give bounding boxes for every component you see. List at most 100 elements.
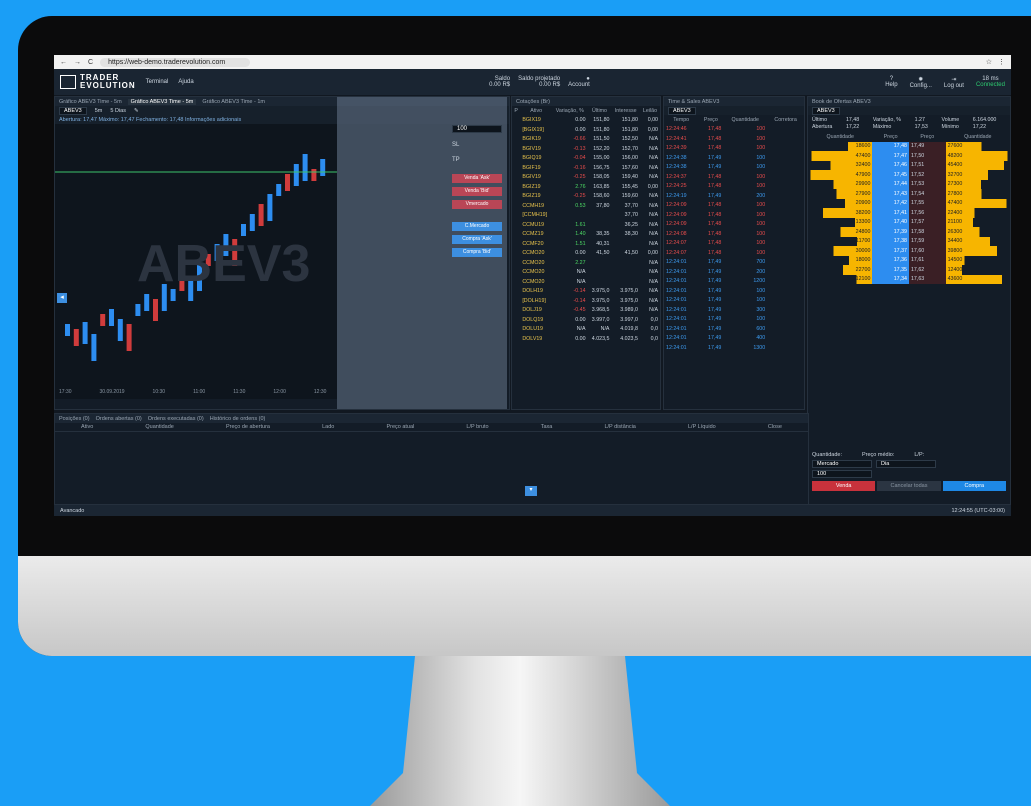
buy-bid-button[interactable]: Compra 'Bid'	[452, 248, 502, 257]
table-row[interactable]: CCMH19 0.53 37,80 37,70 N/A	[512, 201, 660, 211]
positions-col-header: Taxa	[540, 424, 553, 430]
menu-terminal[interactable]: Terminal	[146, 79, 169, 85]
table-row[interactable]: 24800 17,39 17,58 26300	[808, 227, 1010, 237]
interval-select[interactable]: 5m	[95, 108, 103, 114]
pencil-icon[interactable]: ✎	[134, 108, 139, 114]
table-row[interactable]: [DOLH19] -0.14 3.975,0 3.975,0 N/A	[512, 296, 660, 306]
time-label: 11:00	[193, 389, 206, 395]
bid-price-cell: 17,44	[872, 179, 909, 189]
table-row[interactable]: CCMO20 N/A N/A	[512, 277, 660, 287]
table-row[interactable]: 27900 17,43 17,54 27800	[808, 189, 1010, 199]
sell-bid-button[interactable]: Venda 'Bid'	[452, 187, 502, 196]
tab-executed-orders[interactable]: Ordens executadas (0)	[148, 416, 204, 422]
menu-icon[interactable]: ⋮	[998, 58, 1005, 66]
tab-chart-3[interactable]: Gráfico ABEV3 Time - 1m	[202, 99, 265, 105]
buy-ask-button[interactable]: Compra 'Ask'	[452, 235, 502, 244]
table-row[interactable]: BGIQ19 -0.04 155,00 156,00 N/A	[512, 154, 660, 164]
tif-select[interactable]: Dia	[876, 460, 936, 468]
table-row[interactable]: [CCMH19] 37,70 N/A	[512, 211, 660, 221]
table-row[interactable]: 20900 17,42 17,55 47400	[808, 198, 1010, 208]
order-qty-input[interactable]: 100	[812, 470, 872, 478]
buy-market-button[interactable]: C.Mercado	[452, 222, 502, 231]
table-row[interactable]: BGIZ19 2.76 163,85 155,45 0,00	[512, 182, 660, 192]
cancel-all-button[interactable]: Cancelar todas	[877, 481, 941, 491]
chart-area[interactable]: ABEV3	[55, 124, 337, 399]
value-cell: N/A	[649, 240, 658, 247]
candle	[91, 334, 97, 361]
watch-header: P	[514, 107, 518, 114]
book-header: Quantidade	[826, 133, 854, 140]
table-row[interactable]: DOLJ19 -0.45 3.968,5 3.989,0 N/A	[512, 306, 660, 316]
back-icon[interactable]: ←	[60, 59, 67, 66]
table-row[interactable]: CCMO20 2.27 N/A	[512, 258, 660, 268]
table-row[interactable]: 47400 17,47 17,50 48200	[808, 151, 1010, 161]
table-row[interactable]: DOLQ19 0.00 3.997,0 3.997,0 0,0	[512, 315, 660, 325]
table-row[interactable]: CCMF20 1.51 40,31 N/A	[512, 239, 660, 249]
config-button[interactable]: ✹ Config...	[910, 76, 932, 89]
table-row: 12:24:08 17,48 100	[664, 229, 804, 239]
sell-market-button[interactable]: Vmercado	[452, 200, 502, 209]
star-icon[interactable]: ☆	[986, 58, 992, 66]
ts-symbol-input[interactable]: ABEV3	[668, 106, 696, 115]
table-row[interactable]: BGIX19 0.00 151,80 151,80 0,00	[512, 116, 660, 126]
value-cell: N/A	[649, 164, 658, 171]
qty-input[interactable]: 100	[452, 125, 502, 133]
table-row[interactable]: 18600 17,48 17,49 27600	[808, 141, 1010, 151]
book-symbol-input[interactable]: ABEV3	[812, 106, 840, 115]
table-row[interactable]: BGIZ19 -0.25 158,60 159,60 N/A	[512, 192, 660, 202]
table-row[interactable]: CCMZ19 1.40 38,35 38,30 N/A	[512, 230, 660, 240]
table-row[interactable]: DOLU19 N/A N/A 4.019,8 0,0	[512, 325, 660, 335]
reload-icon[interactable]: C	[88, 59, 93, 66]
table-row[interactable]: DOLV19 0.00 4.023,5 4.023,5 0,0	[512, 334, 660, 344]
table-row[interactable]: 12100 17,34 17,63 43600	[808, 274, 1010, 284]
ask-price-cell: 17,53	[908, 179, 946, 189]
tab-chart-1[interactable]: Gráfico ABEV3 Time - 5m	[59, 99, 122, 105]
table-row: 12:24:37 17,48 100	[664, 172, 804, 182]
tp-label[interactable]: TP	[452, 157, 460, 163]
table-row[interactable]: BGIF19 -0.16 156,75 157,60 N/A	[512, 163, 660, 173]
symbol-input[interactable]: ABEV3	[59, 106, 87, 115]
tab-order-history[interactable]: Histórico de ordens (0)	[210, 416, 266, 422]
time-label: 12:30	[313, 389, 327, 395]
url-bar[interactable]: https://web-demo.traderevolution.com	[100, 57, 251, 67]
table-row[interactable]: BGIV19 -0.25 158,05 159,40 N/A	[512, 173, 660, 183]
account-button[interactable]: ● Account	[568, 76, 590, 88]
ask-price-cell: 17,62	[908, 265, 946, 275]
tab-open-orders[interactable]: Ordens abertas (0)	[96, 416, 142, 422]
time-sales-table: Tempo Preço Quantidade Corretora 12:24:46 17,…	[664, 115, 804, 353]
table-row[interactable]: BGIK19 -0.66 151,50 152,50 N/A	[512, 135, 660, 145]
table-row[interactable]: 29900 17,44 17,53 27300	[808, 179, 1010, 189]
table-row[interactable]: 18000 17,36 17,61 14500	[808, 255, 1010, 265]
table-row[interactable]: 11700 17,38 17,59 34400	[808, 236, 1010, 246]
table-row[interactable]: 22700 17,35 17,62 12400	[808, 265, 1010, 275]
sell-ask-button[interactable]: Venda 'Ask'	[452, 174, 502, 183]
table-row[interactable]: CCMU19 1.61 36,25 N/A	[512, 220, 660, 230]
tab-chart-2[interactable]: Gráfico ABEV3 Time - 5m	[127, 98, 197, 105]
arrow-left-icon[interactable]: ◂	[57, 293, 67, 303]
forward-icon[interactable]: →	[74, 59, 81, 66]
table-row[interactable]: 32400 17,46 17,51 45400	[808, 160, 1010, 170]
table-row[interactable]: 38200 17,41 17,56 22400	[808, 208, 1010, 218]
sell-button[interactable]: Venda	[812, 481, 876, 491]
table-row[interactable]: BGIV19 -0.13 152,20 152,70 N/A	[512, 144, 660, 154]
period-select[interactable]: 5 Dias	[110, 108, 126, 114]
table-row[interactable]: 13300 17,40 17,57 21100	[808, 217, 1010, 227]
help-button[interactable]: ? Help	[885, 76, 897, 88]
table-row[interactable]: [BGIX19] 0.00 151,80 151,80 0,00	[512, 125, 660, 135]
tab-positions[interactable]: Posições (0)	[59, 416, 90, 422]
stat-label: Volume	[941, 117, 960, 123]
table-row[interactable]: CCMO20 N/A N/A	[512, 268, 660, 278]
menu-ajuda[interactable]: Ajuda	[178, 79, 193, 85]
positions-header: Ativo Quantidade Preço de abertura Lado Preç…	[55, 423, 808, 432]
order-type-select[interactable]: Mercado	[812, 460, 872, 468]
cell	[512, 211, 520, 221]
buy-button[interactable]: Compra	[942, 481, 1006, 491]
sl-label[interactable]: SL	[452, 142, 459, 148]
table-row[interactable]: 30000 17,37 17,60 39800	[808, 246, 1010, 256]
table-row[interactable]: DOLH19 -0.14 3.975,0 3.975,0 N/A	[512, 287, 660, 297]
arrow-down-icon[interactable]: ▾	[525, 486, 537, 496]
cell	[512, 116, 520, 126]
table-row[interactable]: 47900 17,45 17,52 32700	[808, 170, 1010, 180]
logout-button[interactable]: ⇥ Log out	[944, 76, 964, 89]
table-row[interactable]: CCMO20 0.00 41,50 41,50 0,00	[512, 249, 660, 259]
